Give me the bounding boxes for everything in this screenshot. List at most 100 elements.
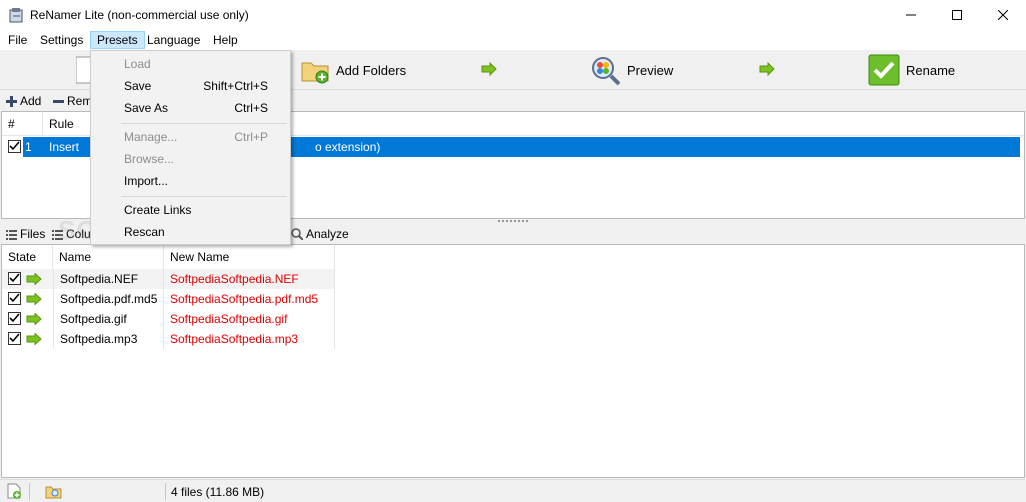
file-checkbox[interactable] [8,332,21,345]
menu-language[interactable]: Language [141,31,206,49]
plus-icon [6,95,17,107]
menu-file[interactable]: File [2,31,33,49]
rule-name: Insert [49,140,80,154]
remove-rule-label: Rem [67,94,93,108]
close-icon [998,10,1008,20]
menu-item-load[interactable]: Load [91,53,290,75]
files-col-new-name[interactable]: New Name [164,245,335,269]
check-icon [9,293,20,303]
arrow-right-icon [26,273,42,285]
files-menu-button[interactable]: Files [6,226,45,242]
menu-item-browse[interactable]: Browse... [91,148,290,170]
file-checkbox[interactable] [8,292,21,305]
menu-item-save-as-shortcut: Ctrl+S [234,101,268,115]
add-rule-button[interactable]: Add [6,93,41,109]
file-name: Softpedia.gif [53,309,164,329]
file-name: Softpedia.NEF [53,269,164,289]
minimize-icon [906,14,916,16]
menu-separator [121,196,287,197]
arrow-right-icon [26,313,42,325]
menu-item-rescan-label: Rescan [124,225,165,239]
menu-item-save-as[interactable]: Save As Ctrl+S [91,97,290,119]
file-new-name: SoftpediaSoftpedia.pdf.md5 [164,289,335,309]
title-bar: ReNamer Lite (non-commercial use only) [0,0,1026,30]
app-icon [9,8,23,23]
window-title: ReNamer Lite (non-commercial use only) [30,8,249,22]
status-separator [165,483,166,500]
menu-item-create-links-label: Create Links [124,203,192,217]
minus-icon [53,99,64,103]
maximize-icon [952,10,962,20]
menu-item-manage-label: Manage... [124,130,178,144]
minimize-button[interactable] [888,0,934,30]
new-file-icon[interactable] [6,483,22,499]
file-row[interactable]: Softpedia.gif SoftpediaSoftpedia.gif [2,309,335,329]
menu-item-rescan[interactable]: Rescan [91,221,290,243]
files-menu-label: Files [20,227,46,241]
folder-icon [301,62,329,84]
rule-num: 1 [25,140,32,154]
status-bar: 4 files (11.86 MB) [0,479,1026,502]
menu-help[interactable]: Help [207,31,244,49]
rename-button[interactable]: Rename [868,53,955,87]
folder-search-icon[interactable] [45,483,62,499]
add-rule-label: Add [20,94,42,108]
preview-button[interactable]: Preview [589,53,673,87]
analyze-icon [291,228,303,240]
menu-item-load-label: Load [124,57,151,71]
file-new-name: SoftpediaSoftpedia.gif [164,309,335,329]
menu-settings[interactable]: Settings [34,31,89,49]
arrow-right-icon [26,293,42,305]
menu-item-save-label: Save [124,79,152,93]
file-new-name: SoftpediaSoftpedia.mp3 [164,329,335,349]
menu-item-save-shortcut: Shift+Ctrl+S [203,79,268,93]
close-button[interactable] [980,0,1026,30]
files-header: State Name New Name [2,245,335,269]
menu-presets[interactable]: Presets [90,31,145,49]
file-name: Softpedia.mp3 [53,329,164,349]
add-folders-label: Add Folders [336,62,407,78]
menu-item-save[interactable]: Save Shift+Ctrl+S [91,75,290,97]
presets-dropdown-menu: Load Save Shift+Ctrl+S Save As Ctrl+S Ma… [90,50,291,245]
checkmark-icon [868,54,900,86]
analyze-button[interactable]: Analyze [291,226,349,242]
menu-item-import[interactable]: Import... [91,170,290,192]
menu-separator [121,123,287,124]
menu-item-create-links[interactable]: Create Links [91,199,290,221]
rule-checkbox[interactable] [8,140,21,153]
analyze-label: Analyze [306,227,349,241]
arrow-right-icon [759,62,775,76]
arrow-right-icon [26,333,42,345]
status-summary: 4 files (11.86 MB) [171,485,265,499]
file-checkbox[interactable] [8,272,21,285]
magnifier-icon [592,57,621,86]
file-new-name: SoftpediaSoftpedia.NEF [164,269,335,289]
arrow-right-icon [481,62,497,76]
menu-item-import-label: Import... [124,174,169,188]
menu-item-manage-shortcut: Ctrl+P [234,130,268,144]
remove-rule-button[interactable]: Rem [53,93,92,109]
preview-label: Preview [627,62,674,78]
check-icon [9,273,20,283]
menu-item-save-as-label: Save As [124,101,169,115]
file-checkbox[interactable] [8,312,21,325]
menu-bar: File Settings Presets Language Help [0,30,1026,50]
check-icon [9,333,20,343]
check-icon [9,313,20,323]
menu-item-browse-label: Browse... [124,152,175,166]
rename-label: Rename [906,62,956,78]
files-list[interactable]: State Name New Name Softpedia.NEF Softpe… [1,244,1025,478]
maximize-button[interactable] [934,0,980,30]
rule-statement: o extension) [315,140,381,154]
splitter-grip [498,220,528,222]
files-col-state[interactable]: State [2,245,53,269]
file-row[interactable]: Softpedia.pdf.md5 SoftpediaSoftpedia.pdf… [2,289,335,309]
add-folders-button[interactable]: Add Folders [300,53,406,87]
rules-col-num[interactable]: # [2,112,43,136]
file-row[interactable]: Softpedia.mp3 SoftpediaSoftpedia.mp3 [2,329,335,349]
file-row[interactable]: Softpedia.NEF SoftpediaSoftpedia.NEF [2,269,335,289]
check-icon [9,141,20,151]
files-col-name[interactable]: Name [53,245,164,269]
menu-item-manage[interactable]: Manage... Ctrl+P [91,126,290,148]
list-icon [6,229,17,240]
